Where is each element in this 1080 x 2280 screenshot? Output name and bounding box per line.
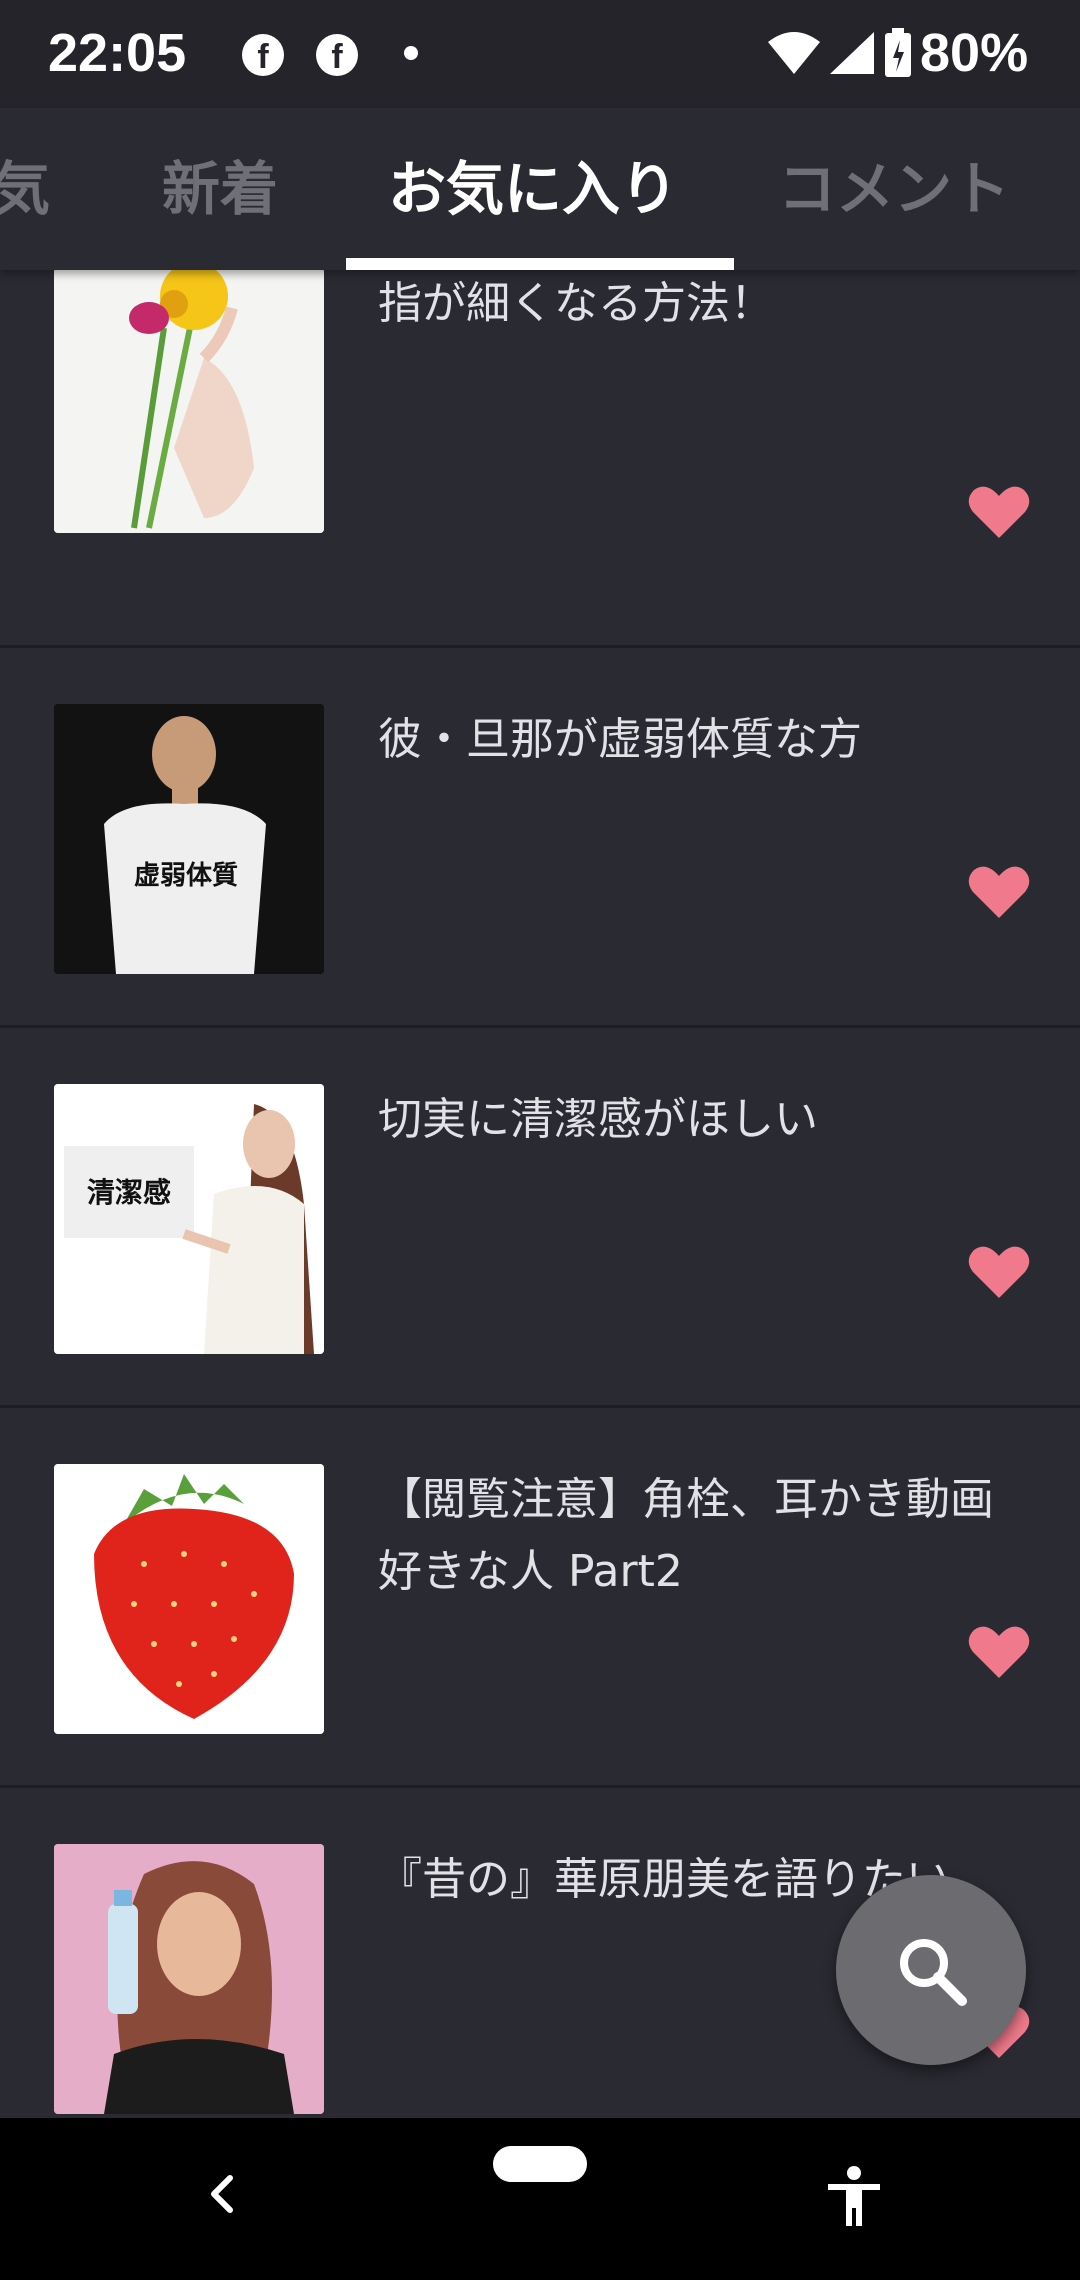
list-item[interactable]: 指が細くなる方法！ (0, 270, 1080, 648)
item-title: 切実に清潔感がほしい (378, 1094, 818, 1145)
thumbnail-image (54, 270, 324, 533)
favorite-heart-icon[interactable] (968, 1244, 1030, 1300)
tshirt-text: 虚弱体質 (134, 861, 238, 891)
thumbnail-image: 虚弱体質 (54, 704, 324, 974)
tab-favorites[interactable]: お気に入り (388, 108, 678, 270)
tab-bar: 気 新着 お気に入り コメント (0, 108, 1080, 270)
thumbnail-image (54, 1464, 324, 1734)
status-time: 22:05 (48, 23, 187, 83)
dot-icon (404, 46, 418, 60)
tab-comments[interactable]: コメント (778, 108, 1010, 270)
search-fab-button[interactable] (836, 1875, 1026, 2065)
list-item[interactable]: 清潔感 切実に清潔感がほしい (0, 1028, 1080, 1408)
home-pill-button[interactable] (493, 2146, 587, 2182)
search-icon (900, 1939, 967, 2006)
item-title: 彼・旦那が虚弱体質な方 (378, 714, 862, 765)
wifi-icon (768, 32, 820, 74)
tab-new[interactable]: 新着 (162, 108, 278, 270)
signal-icon (830, 32, 874, 74)
list-item[interactable]: 虚弱体質 彼・旦那が虚弱体質な方 (0, 648, 1080, 1028)
system-nav-bar (0, 2118, 1080, 2280)
favorite-heart-icon[interactable] (968, 484, 1030, 540)
back-icon[interactable] (206, 2174, 236, 2214)
battery-percent: 80% (920, 23, 1029, 83)
facebook-icon: f (316, 34, 358, 76)
facebook-icon: f (242, 34, 284, 76)
status-bar: 22:05 f f 80% (0, 0, 1080, 108)
favorite-heart-icon[interactable] (968, 864, 1030, 920)
thumbnail-image: 清潔感 (54, 1084, 324, 1354)
list-item[interactable]: 【閲覧注意】角栓、耳かき動画好きな人 Part2 (0, 1408, 1080, 1788)
item-title: 指が細くなる方法！ (378, 278, 774, 329)
accessibility-icon[interactable] (826, 2166, 882, 2230)
battery-icon (885, 28, 911, 77)
item-title: 【閲覧注意】角栓、耳かき動画好きな人 Part2 (378, 1474, 994, 1597)
thumbnail-image (54, 1844, 324, 2114)
sign-text: 清潔感 (87, 1176, 171, 1209)
tab-popular[interactable]: 気 (0, 108, 50, 270)
tab-indicator (346, 258, 734, 270)
favorites-list: 指が細くなる方法！ 虚弱体質 彼・旦那が虚弱体質な方 清潔感 切実に清潔感がほし… (0, 270, 1080, 2118)
favorite-heart-icon[interactable] (968, 1624, 1030, 1680)
